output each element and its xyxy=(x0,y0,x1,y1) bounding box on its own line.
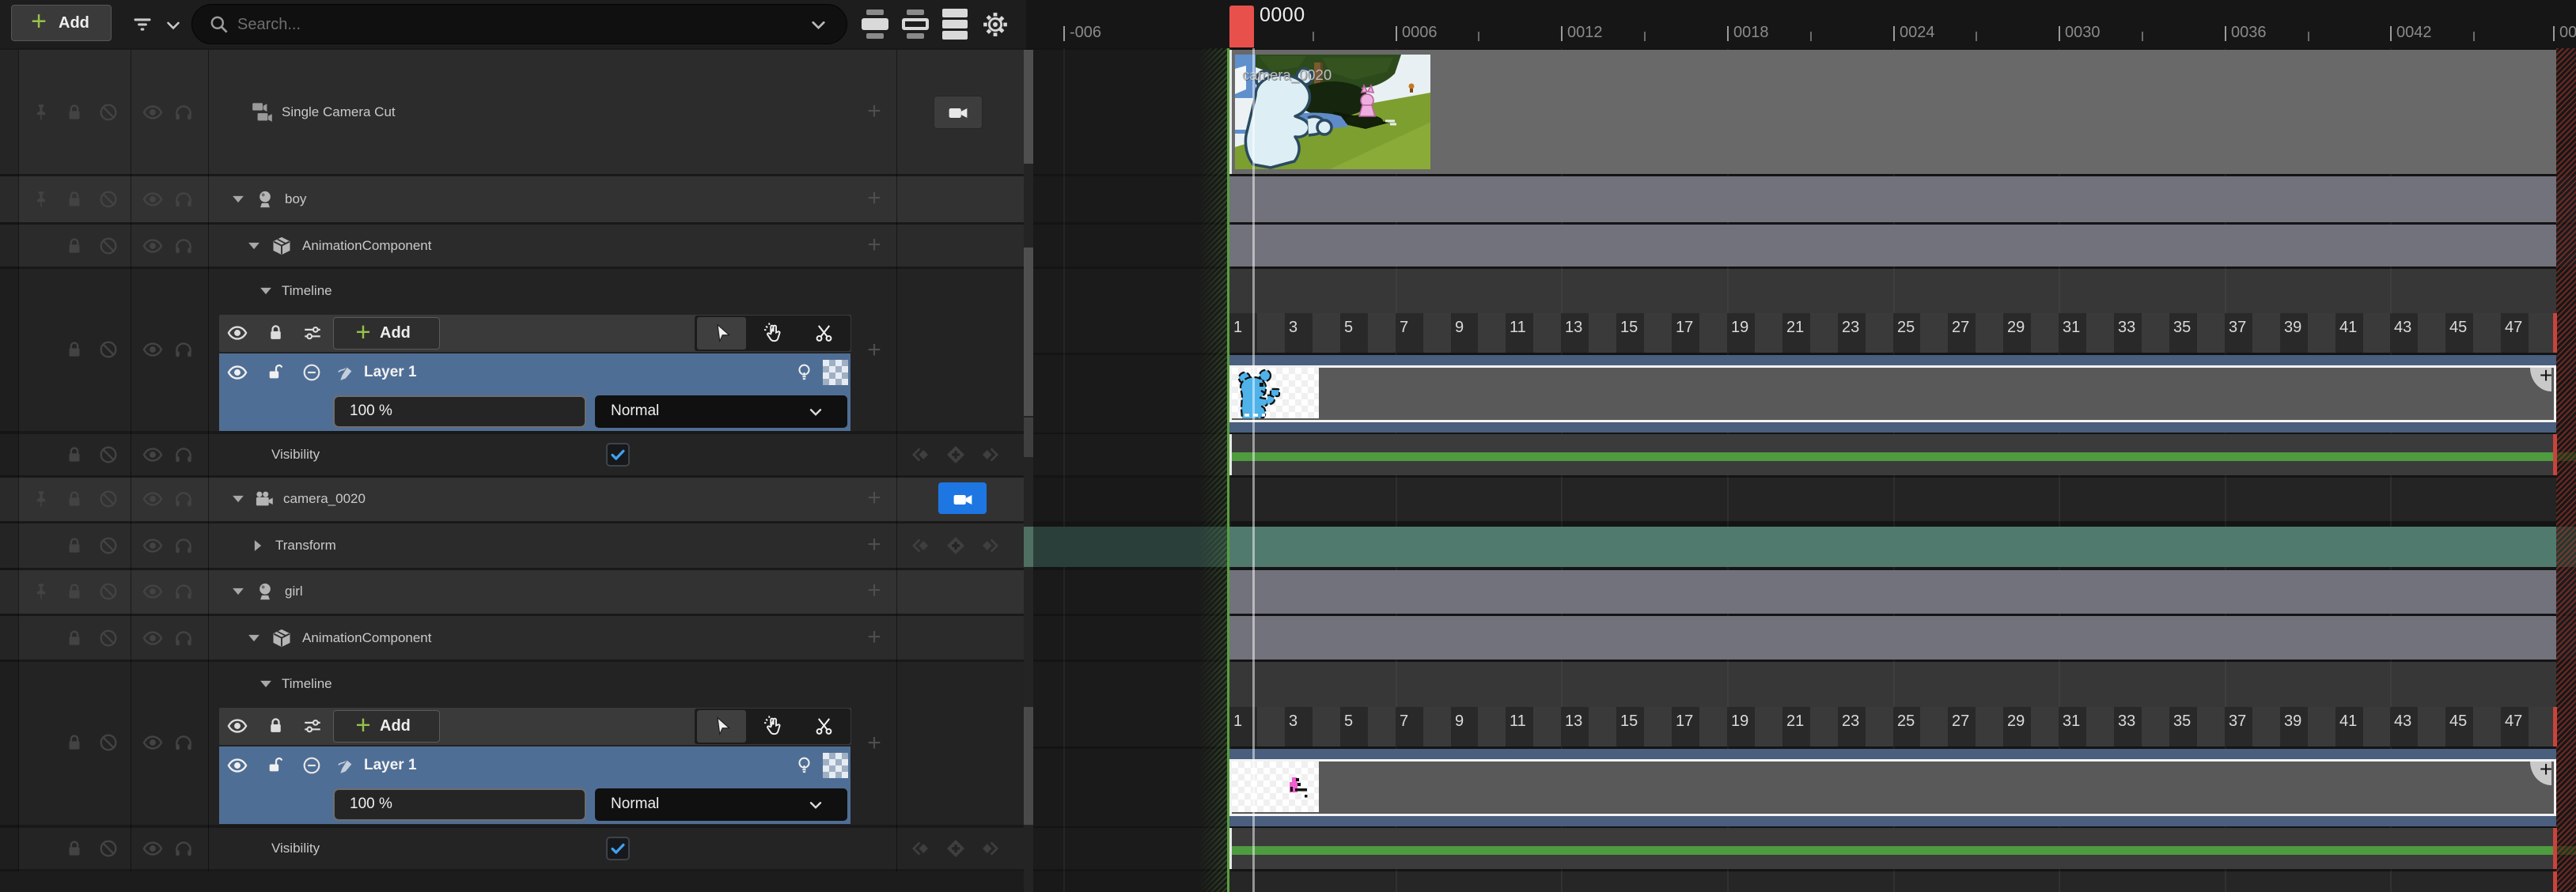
svg-text:camera_0020: camera_0020 xyxy=(1242,66,1332,84)
